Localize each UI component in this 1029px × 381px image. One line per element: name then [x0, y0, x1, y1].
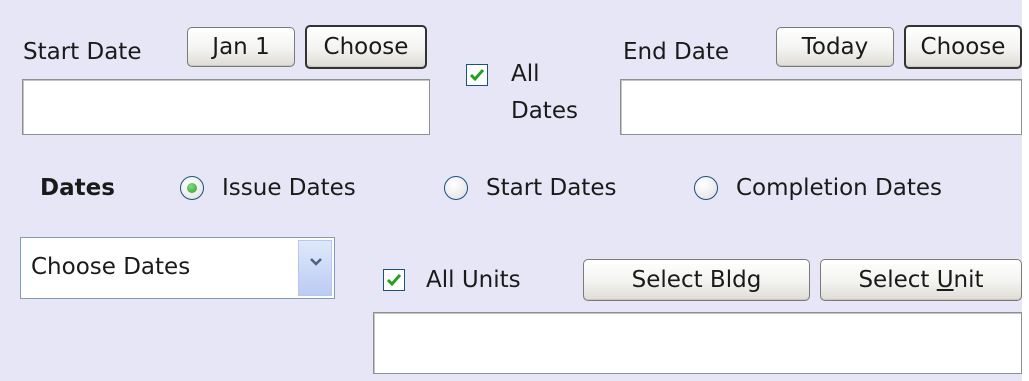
choose-dates-select[interactable]: Choose Dates: [20, 237, 335, 299]
select-unit-suffix: nit: [953, 267, 984, 293]
check-mark-icon: [469, 69, 485, 82]
start-date-label: Start Date: [23, 39, 142, 65]
issue-dates-radio[interactable]: [180, 176, 204, 200]
completion-dates-label[interactable]: Completion Dates: [736, 174, 942, 202]
all-dates-label-line1: All: [511, 61, 540, 87]
end-date-label: End Date: [623, 39, 729, 65]
all-units-checkbox[interactable]: [383, 269, 405, 291]
all-dates-checkbox[interactable]: [466, 64, 488, 86]
start-date-choose-button[interactable]: Choose: [305, 25, 427, 69]
completion-dates-radio[interactable]: [694, 176, 718, 200]
filter-panel: Start Date Jan 1 Choose All Dates End Da…: [0, 0, 1022, 381]
all-units-label: All Units: [426, 267, 521, 293]
issue-dates-label[interactable]: Issue Dates: [222, 174, 356, 202]
units-field[interactable]: [373, 312, 1022, 374]
select-unit-prefix: Select: [858, 267, 937, 293]
start-date-field[interactable]: [22, 79, 430, 135]
radio-selected-dot: [187, 183, 197, 193]
check-mark-icon: [386, 274, 402, 287]
end-date-field[interactable]: [620, 79, 1022, 135]
select-unit-button[interactable]: Select Unit: [820, 259, 1022, 301]
dates-group-label: Dates: [40, 175, 115, 201]
select-bldg-button[interactable]: Select Bldg: [583, 259, 810, 301]
jan1-button[interactable]: Jan 1: [187, 27, 295, 67]
today-button[interactable]: Today: [776, 27, 894, 67]
select-unit-mnemonic: U: [936, 267, 954, 293]
end-date-choose-button[interactable]: Choose: [904, 25, 1022, 69]
all-dates-label-line2: Dates: [511, 98, 578, 124]
chevron-down-icon: [310, 258, 322, 266]
start-dates-label[interactable]: Start Dates: [486, 174, 616, 202]
choose-dates-value: Choose Dates: [31, 254, 191, 280]
start-dates-radio[interactable]: [444, 176, 468, 200]
dropdown-arrow-button[interactable]: [298, 240, 332, 296]
